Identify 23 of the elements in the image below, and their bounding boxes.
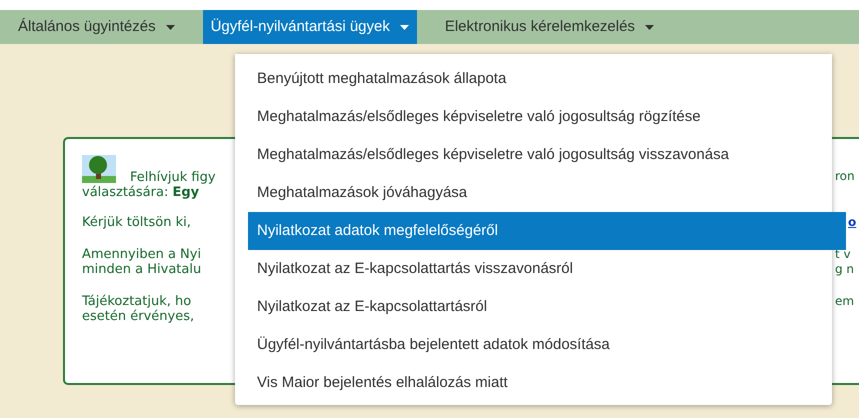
notice-paragraph: Felhívjuk figy választására: Egy — [82, 170, 216, 200]
dropdown-item[interactable]: Meghatalmazások jóváhagyása — [235, 174, 832, 212]
menu-tab[interactable]: Általános ügyintézés — [10, 10, 183, 44]
caret-icon — [644, 24, 654, 30]
dropdown-item[interactable]: Nyilatkozat az E-kapcsolattartás visszavonásról — [235, 250, 832, 288]
dropdown-item[interactable]: Meghatalmazás/elsődleges képviseletre való jogosultság visszavonása — [235, 136, 832, 174]
dropdown-item[interactable]: Nyilatkozat adatok megfelelőségéről — [248, 212, 846, 250]
dropdown-item[interactable]: Vis Maior bejelentés elhalálozás miatt — [235, 364, 832, 402]
menu-tab[interactable]: Ügyfél-nyilvántartási ügyek — [202, 10, 417, 44]
link[interactable]: o — [848, 215, 856, 229]
text-fragment: t v g n — [835, 247, 856, 277]
notice-paragraph: Tájékoztatjuk, ho esetén érvényes, — [82, 294, 194, 324]
dropdown-item[interactable]: Meghatalmazás/elsődleges képviseletre való jogosultság rögzítése — [235, 98, 832, 136]
caret-icon — [166, 24, 175, 30]
text-fragment: em — [835, 294, 856, 309]
dropdown-item[interactable]: Nyilatkozat az E-kapcsolattartásról — [235, 288, 832, 326]
notice-paragraph: Amennyiben a Nyi minden a Hivatalu — [82, 247, 202, 277]
caret-icon — [400, 24, 409, 30]
menu-tab[interactable]: Elektronikus kérelemkezelés — [436, 10, 662, 44]
dropdown-item[interactable]: Benyújtott meghatalmazások állapota — [235, 60, 832, 98]
text-fragment: ron — [835, 169, 856, 184]
notice-paragraph: Kérjük töltsön ki, — [82, 215, 191, 230]
dropdown-item[interactable]: Ügyfél-nyilvántartásba bejelentett adatok módosítása — [235, 326, 832, 364]
